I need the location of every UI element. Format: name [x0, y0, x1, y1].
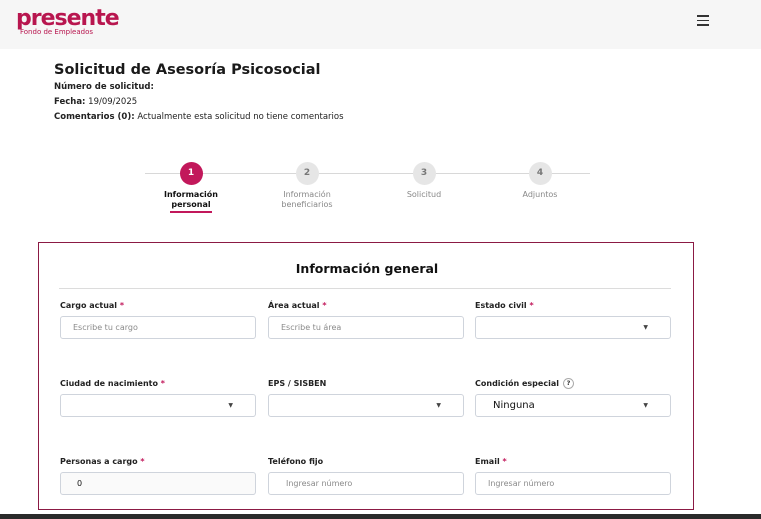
- request-date-value: 19/09/2025: [88, 97, 138, 107]
- request-date-label: Fecha:: [54, 97, 86, 107]
- comments-label: Comentarios (0):: [54, 112, 135, 122]
- hamburger-menu-icon[interactable]: [697, 15, 709, 26]
- step-adjuntos[interactable]: 4 Adjuntos: [490, 162, 590, 200]
- ciudad-label: Ciudad de nacimiento *: [60, 379, 165, 388]
- presente-logo[interactable]: presente Fondo de Empleados: [16, 6, 120, 37]
- condicion-select[interactable]: Ninguna ▼: [475, 394, 671, 417]
- card-title: Información general: [295, 261, 439, 276]
- cargo-input[interactable]: Escribe tu cargo: [60, 316, 256, 339]
- step-informacion-beneficiarios[interactable]: 2 Información beneficiarios: [257, 162, 357, 209]
- step-number: 3: [412, 162, 436, 185]
- telefono-label: Teléfono fijo: [268, 457, 324, 466]
- divider: [59, 288, 671, 289]
- bottom-strip: [0, 514, 761, 519]
- page-title: Solicitud de Asesoría Psicosocial: [54, 62, 321, 78]
- cargo-placeholder: Escribe tu cargo: [73, 323, 138, 332]
- help-icon[interactable]: ?: [562, 378, 574, 389]
- telefono-placeholder: Ingresar número: [286, 479, 353, 488]
- request-date: Fecha: 19/09/2025: [54, 97, 137, 107]
- cargo-label: Cargo actual *: [60, 301, 125, 310]
- logo-word: presente: [16, 6, 120, 31]
- eps-select[interactable]: ▼: [268, 394, 464, 417]
- personas-value: 0: [77, 479, 83, 488]
- step-label: Información personal: [163, 190, 218, 209]
- ciudad-select[interactable]: ▼: [60, 394, 256, 417]
- chevron-down-icon: ▼: [643, 402, 648, 409]
- comments-value: Actualmente esta solicitud no tiene come…: [137, 112, 344, 122]
- area-input[interactable]: Escribe tu área: [268, 316, 464, 339]
- condicion-label: Condición especial?: [475, 378, 574, 389]
- area-placeholder: Escribe tu área: [281, 323, 342, 332]
- email-label: Email *: [475, 457, 507, 466]
- general-info-card: Información general Cargo actual * Escri…: [38, 242, 694, 510]
- personas-input[interactable]: 0: [60, 472, 256, 495]
- area-label: Área actual *: [268, 301, 327, 310]
- step-number: 1: [179, 162, 203, 185]
- step-label: Solicitud: [406, 190, 442, 199]
- progress-stepper: 1 Información personal 2 Información ben…: [145, 160, 590, 220]
- step-number: 4: [528, 162, 552, 185]
- email-input[interactable]: Ingresar número: [475, 472, 671, 495]
- request-comments: Comentarios (0): Actualmente esta solici…: [54, 112, 344, 122]
- telefono-input[interactable]: Ingresar número: [268, 472, 464, 495]
- estado-civil-label: Estado civil *: [475, 301, 534, 310]
- eps-label: EPS / SISBEN: [268, 379, 327, 388]
- personas-label: Personas a cargo *: [60, 457, 145, 466]
- request-number: Número de solicitud:: [54, 82, 154, 92]
- step-label: Información beneficiarios: [281, 190, 333, 209]
- request-number-label: Número de solicitud:: [54, 82, 154, 92]
- chevron-down-icon: ▼: [643, 324, 648, 331]
- estado-civil-select[interactable]: ▼: [475, 316, 671, 339]
- step-informacion-personal[interactable]: 1 Información personal: [141, 162, 241, 213]
- step-solicitud[interactable]: 3 Solicitud: [374, 162, 474, 200]
- chevron-down-icon: ▼: [228, 402, 233, 409]
- condicion-value: Ninguna: [493, 400, 535, 411]
- active-step-underline: [170, 211, 212, 213]
- chevron-down-icon: ▼: [436, 402, 441, 409]
- step-number: 2: [295, 162, 319, 185]
- step-label: Adjuntos: [522, 190, 558, 199]
- top-bar: presente Fondo de Empleados: [0, 0, 761, 49]
- email-placeholder: Ingresar número: [488, 479, 555, 488]
